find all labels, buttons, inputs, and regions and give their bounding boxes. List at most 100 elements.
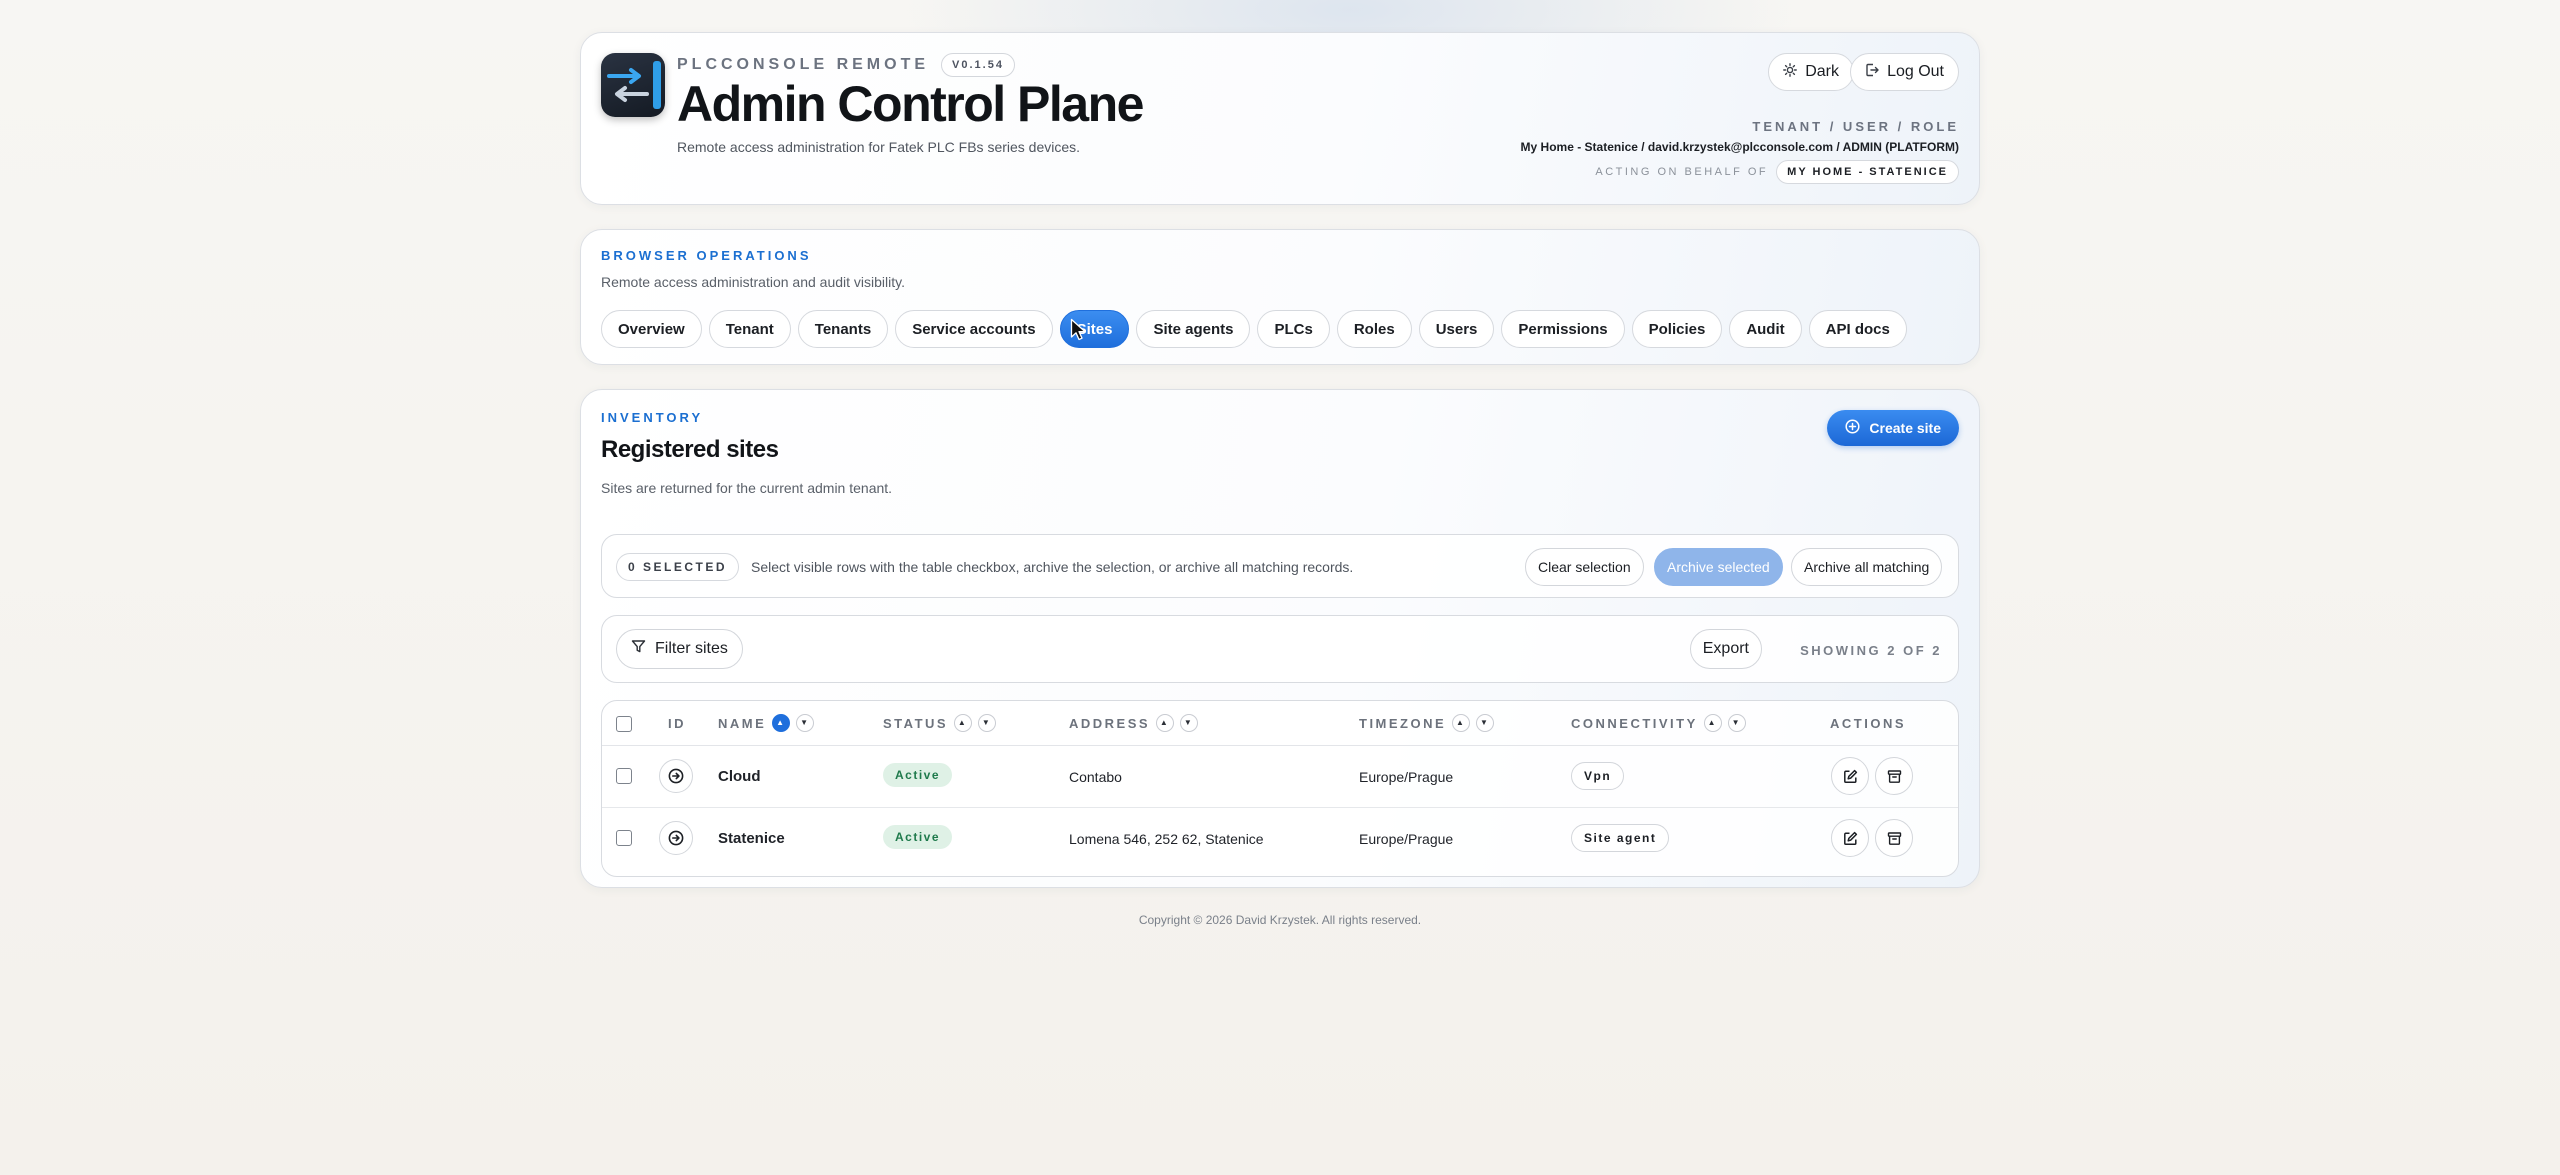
column-header-connectivity: CONNECTIVITY ▲ ▼	[1571, 714, 1746, 732]
plus-circle-icon	[1845, 419, 1860, 437]
header-card: PLCCONSOLE REMOTE V0.1.54 Admin Control …	[580, 32, 1980, 205]
sort-desc-icon[interactable]: ▼	[1180, 714, 1199, 732]
tab-tenants[interactable]: Tenants	[797, 310, 889, 348]
tab-permissions[interactable]: Permissions	[1501, 310, 1625, 348]
page-title: Admin Control Plane	[677, 76, 1144, 132]
sites-table: ID NAME ▲ ▼ STATUS ▲ ▼ ADDRESS ▲ ▼ TIMEZ…	[601, 700, 1959, 877]
sort-desc-icon[interactable]: ▼	[796, 714, 815, 732]
sort-asc-icon[interactable]: ▲	[954, 714, 973, 732]
column-header-name: NAME ▲ ▼	[718, 714, 815, 732]
sort-desc-icon[interactable]: ▼	[1727, 714, 1746, 732]
column-label-address: ADDRESS	[1069, 715, 1151, 731]
selection-bar: 0 SELECTED Select visible rows with the …	[601, 534, 1959, 598]
tab-tenant[interactable]: Tenant	[708, 310, 791, 348]
archive-site-button[interactable]	[1875, 819, 1913, 857]
row-checkbox[interactable]	[616, 830, 632, 846]
status-badge: Active	[883, 825, 953, 849]
tab-overview[interactable]: Overview	[601, 310, 702, 348]
status-badge: Active	[883, 763, 953, 787]
open-site-button[interactable]	[659, 821, 693, 855]
table-header: ID NAME ▲ ▼ STATUS ▲ ▼ ADDRESS ▲ ▼ TIMEZ…	[602, 701, 1958, 746]
site-address: Lomena 546, 252 62, Statenice	[1069, 831, 1264, 847]
inventory-description: Sites are returned for the current admin…	[601, 480, 893, 496]
row-checkbox[interactable]	[616, 768, 632, 784]
tab-roles[interactable]: Roles	[1336, 310, 1412, 348]
selected-count-badge: 0 SELECTED	[616, 553, 740, 581]
column-header-timezone: TIMEZONE ▲ ▼	[1359, 714, 1495, 732]
logout-icon	[1865, 63, 1879, 82]
archive-icon	[1887, 831, 1901, 845]
mouse-cursor-icon	[1070, 318, 1088, 347]
inventory-title: Registered sites	[601, 436, 779, 463]
logo-accent-bar	[653, 61, 661, 109]
site-address: Contabo	[1069, 769, 1122, 785]
ops-tabs: Overview Tenant Tenants Service accounts…	[601, 310, 1907, 348]
ops-eyebrow: BROWSER OPERATIONS	[601, 248, 812, 263]
role-value: My Home - Statenice / david.krzystek@plc…	[1520, 140, 1959, 154]
column-label-status: STATUS	[883, 715, 949, 731]
archive-site-button[interactable]	[1875, 757, 1913, 795]
site-timezone: Europe/Prague	[1359, 769, 1454, 785]
connectivity-badge: Site agent	[1571, 824, 1670, 852]
edit-site-button[interactable]	[1831, 819, 1869, 857]
tab-policies[interactable]: Policies	[1631, 310, 1723, 348]
filter-sites-label: Filter sites	[655, 640, 728, 657]
behalf-tenant-chip[interactable]: MY HOME - STATENICE	[1776, 160, 1959, 184]
brand-name: PLCCONSOLE REMOTE	[677, 56, 930, 73]
sun-icon	[1783, 62, 1798, 82]
open-site-button[interactable]	[659, 759, 693, 793]
page-subtitle: Remote access administration for Fatek P…	[677, 139, 1081, 155]
sort-asc-icon[interactable]: ▲	[1703, 714, 1722, 732]
site-name[interactable]: Cloud	[718, 768, 761, 785]
sort-desc-icon[interactable]: ▼	[1476, 714, 1495, 732]
logout-label: Log Out	[1887, 63, 1944, 80]
logout-button[interactable]: Log Out	[1850, 53, 1959, 91]
edit-site-button[interactable]	[1831, 757, 1869, 795]
inventory-card: INVENTORY Registered sites Sites are ret…	[580, 389, 1980, 888]
table-row: Statenice Active Lomena 546, 252 62, Sta…	[602, 807, 1958, 868]
browser-operations-card: BROWSER OPERATIONS Remote access adminis…	[580, 229, 1980, 365]
acting-on-behalf: ACTING ON BEHALF OF MY HOME - STATENICE	[1595, 160, 1959, 184]
tab-plcs[interactable]: PLCs	[1257, 310, 1330, 348]
column-header-id: ID	[668, 716, 686, 731]
site-timezone: Europe/Prague	[1359, 831, 1454, 847]
app-logo	[601, 53, 665, 117]
column-label-timezone: TIMEZONE	[1359, 715, 1447, 731]
table-row: Cloud Active Contabo Europe/Prague Vpn	[602, 746, 1958, 807]
sort-asc-icon[interactable]: ▲	[772, 714, 791, 732]
sort-asc-icon[interactable]: ▲	[1156, 714, 1175, 732]
archive-selected-button[interactable]: Archive selected	[1654, 548, 1783, 586]
create-site-label: Create site	[1869, 420, 1941, 436]
column-label-actions: ACTIONS	[1830, 716, 1906, 731]
filter-icon	[631, 639, 646, 659]
ops-description: Remote access administration and audit v…	[601, 274, 905, 290]
version-badge: V0.1.54	[941, 53, 1015, 77]
showing-count: SHOWING 2 OF 2	[1800, 643, 1942, 658]
filter-sites-button[interactable]: Filter sites	[616, 629, 743, 669]
role-label: TENANT / USER / ROLE	[1752, 119, 1959, 134]
brand-row: PLCCONSOLE REMOTE V0.1.54	[677, 53, 1015, 77]
create-site-button[interactable]: Create site	[1827, 410, 1959, 446]
tab-api-docs[interactable]: API docs	[1808, 310, 1907, 348]
column-header-actions: ACTIONS	[1830, 716, 1906, 731]
column-label-connectivity: CONNECTIVITY	[1571, 715, 1698, 731]
archive-all-matching-button[interactable]: Archive all matching	[1791, 548, 1943, 586]
tab-users[interactable]: Users	[1418, 310, 1495, 348]
behalf-label: ACTING ON BEHALF OF	[1595, 166, 1769, 178]
archive-icon	[1887, 769, 1901, 783]
sort-desc-icon[interactable]: ▼	[978, 714, 997, 732]
tab-service-accounts[interactable]: Service accounts	[895, 310, 1053, 348]
arrow-right-circle-icon	[668, 768, 684, 784]
sort-asc-icon[interactable]: ▲	[1452, 714, 1471, 732]
dark-mode-button[interactable]: Dark	[1768, 53, 1854, 91]
tab-audit[interactable]: Audit	[1729, 310, 1802, 348]
tab-site-agents[interactable]: Site agents	[1136, 310, 1251, 348]
edit-icon	[1843, 769, 1857, 783]
column-header-address: ADDRESS ▲ ▼	[1069, 714, 1199, 732]
clear-selection-button[interactable]: Clear selection	[1525, 548, 1644, 586]
filter-bar: Filter sites Export SHOWING 2 OF 2	[601, 615, 1959, 683]
select-all-checkbox[interactable]	[616, 716, 632, 732]
site-name[interactable]: Statenice	[718, 830, 785, 847]
export-button[interactable]: Export	[1689, 629, 1762, 669]
footer-copyright: Copyright © 2026 David Krzystek. All rig…	[1138, 913, 1422, 927]
